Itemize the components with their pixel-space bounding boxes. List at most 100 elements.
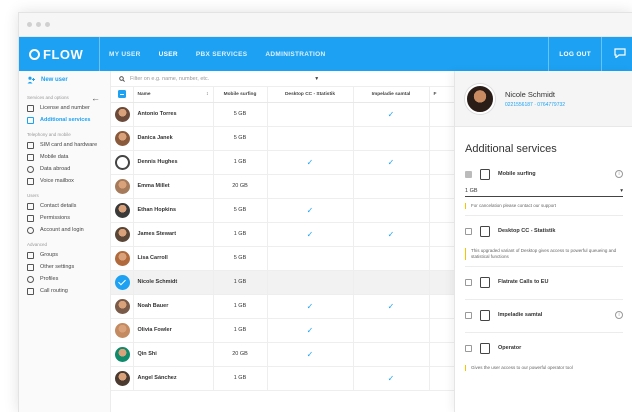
service-label: Mobile surfing — [498, 171, 536, 177]
logout-button[interactable]: LOG OUT — [548, 37, 602, 71]
service-checkbox[interactable] — [465, 227, 472, 235]
groups-icon — [27, 251, 34, 259]
nav-item-my-user[interactable]: MY USER — [100, 51, 150, 58]
row-name: Lisa Carroll — [133, 246, 214, 271]
table-row[interactable]: Danica Janek 5 GB — [111, 126, 455, 151]
table-row[interactable]: Olivia Fowler 1 GB ✓ — [111, 318, 455, 343]
chat-icon[interactable] — [614, 48, 626, 58]
service-checkbox[interactable] — [465, 311, 472, 319]
sidebar-item-license-and-number[interactable]: License and number — [19, 102, 110, 114]
avatar[interactable] — [115, 130, 130, 146]
table-row[interactable]: Qin Shi 20 GB ✓ — [111, 342, 455, 367]
column-header-surfing[interactable]: Mobile surfing — [213, 87, 268, 103]
service-icon — [480, 276, 490, 288]
chevron-down-icon[interactable]: ▼ — [314, 76, 319, 82]
sidebar-item-call-routing[interactable]: Call routing — [19, 285, 110, 297]
sidebar-item-label: Profiles — [40, 275, 59, 282]
avatar[interactable] — [115, 202, 130, 218]
avatar[interactable] — [115, 178, 130, 194]
avatar[interactable] — [115, 322, 130, 338]
sidebar-item-label: Mobile data — [40, 153, 69, 160]
table-row[interactable]: Noah Bauer 1 GB ✓ ✓ — [111, 294, 455, 319]
row-desktop — [267, 366, 354, 391]
checkmark-icon: ✓ — [387, 373, 395, 383]
column-header-name[interactable]: Name ↕ — [133, 87, 214, 103]
info-icon[interactable]: i — [615, 311, 623, 319]
table-row[interactable]: Dennis Hughes 1 GB ✓ ✓ — [111, 150, 455, 175]
row-desktop — [267, 126, 354, 151]
filter-input[interactable]: Filter on e.g. name, number, etc. — [130, 76, 209, 82]
service-icon — [480, 168, 490, 180]
checkmark-icon: ✓ — [306, 349, 314, 359]
row-more — [429, 222, 455, 247]
sidebar-item-label: Voice mailbox — [40, 177, 74, 184]
avatar[interactable] — [115, 106, 130, 122]
row-impeladie — [353, 270, 430, 295]
nav-item-administration[interactable]: ADMINISTRATION — [256, 51, 334, 58]
surfing-select[interactable]: 1 GB ▾ — [465, 185, 623, 197]
service-mobile-surfing: Mobile surfing i 1 GB ▾ For cancelation plea… — [455, 163, 632, 216]
logo[interactable]: FLOW — [19, 47, 99, 62]
table-header: Name ↕ Mobile surfing Desktop CC - Statis… — [111, 87, 455, 103]
sidebar-item-mobile-data[interactable]: Mobile data — [19, 151, 110, 163]
services-icon — [27, 116, 34, 124]
info-icon[interactable]: i — [615, 170, 623, 178]
sidebar-item-account-and-login[interactable]: Account and login — [19, 224, 110, 236]
sidebar-item-data-abroad[interactable]: Data abroad — [19, 163, 110, 175]
table-row[interactable]: Lisa Carroll 5 GB — [111, 246, 455, 271]
column-header-desktop[interactable]: Desktop CC - Statistik — [267, 87, 354, 103]
window-dot[interactable] — [27, 22, 32, 27]
sidebar-item-label: License and number — [40, 104, 90, 111]
service-checkbox[interactable] — [465, 278, 472, 286]
column-header-more[interactable]: F — [429, 87, 455, 103]
sidebar-item-label: SIM card and hardware — [40, 141, 98, 148]
service-impeladie-samtal: Impeladie samtal i — [455, 304, 632, 333]
sidebar-item-contact-details[interactable]: Contact details — [19, 200, 110, 212]
window-dot[interactable] — [45, 22, 50, 27]
sidebar-item-additional-services[interactable]: Additional services — [19, 114, 110, 126]
table-row[interactable]: Emma Millet 20 GB — [111, 174, 455, 199]
row-desktop: ✓ — [267, 318, 354, 343]
avatar[interactable] — [115, 226, 130, 242]
table-row[interactable]: James Stewart 1 GB ✓ ✓ — [111, 222, 455, 247]
sort-icon[interactable]: ↕ — [206, 92, 208, 97]
table-wrap: Name ↕ Mobile surfing Desktop CC - Statis… — [111, 87, 455, 412]
nav-item-pbx-services[interactable]: PBX SERVICES — [187, 51, 257, 58]
sidebar-item-profiles[interactable]: Profiles — [19, 273, 110, 285]
row-more — [429, 174, 455, 199]
table-row[interactable]: Ethan Hopkins 5 GB ✓ — [111, 198, 455, 223]
filter-bar[interactable]: Filter on e.g. name, number, etc. ▼ — [111, 71, 454, 87]
sidebar-item-permissions[interactable]: Permissions — [19, 212, 110, 224]
select-all-checkbox[interactable] — [111, 87, 134, 103]
service-note: Gives the user access to our powerful op… — [465, 365, 623, 371]
avatar — [465, 83, 495, 114]
nav-item-user[interactable]: USER — [150, 51, 187, 58]
window-dot[interactable] — [36, 22, 41, 27]
row-surfing: 1 GB — [213, 294, 268, 319]
avatar[interactable] — [115, 274, 130, 290]
row-desktop — [267, 174, 354, 199]
panel-header: Nicole Schmidt 0221556187 · 0764779732 — [455, 71, 632, 127]
table-row[interactable]: Angel Sánchez 1 GB ✓ — [111, 366, 455, 391]
service-note: This upgraded variant of Desktop gives a… — [465, 248, 623, 260]
row-impeladie — [353, 174, 430, 199]
service-label: Desktop CC - Statistik — [498, 228, 556, 234]
new-user-button[interactable]: New user — [19, 71, 110, 89]
avatar[interactable] — [115, 346, 130, 362]
table-row[interactable]: Nicole Schmidt 1 GB — [111, 270, 455, 295]
sidebar-item-other-settings[interactable]: Other settings — [19, 261, 110, 273]
column-header-impeladie[interactable]: Impeladie samtal — [353, 87, 430, 103]
service-label: Flatrate Calls to EU — [498, 279, 549, 285]
service-checkbox[interactable] — [465, 344, 472, 352]
avatar[interactable] — [115, 154, 130, 170]
avatar[interactable] — [115, 298, 130, 314]
avatar[interactable] — [115, 250, 130, 266]
service-checkbox[interactable] — [465, 170, 472, 178]
sidebar-item-groups[interactable]: Groups — [19, 249, 110, 261]
table-row[interactable]: Antonio Torres 5 GB ✓ — [111, 102, 455, 127]
avatar[interactable] — [115, 370, 130, 386]
row-impeladie — [353, 126, 430, 151]
sidebar-item-sim-card-and-hardware[interactable]: SIM card and hardware — [19, 139, 110, 151]
sidebar-item-voice-mailbox[interactable]: Voice mailbox — [19, 175, 110, 187]
back-arrow-icon[interactable]: ← — [91, 93, 100, 103]
